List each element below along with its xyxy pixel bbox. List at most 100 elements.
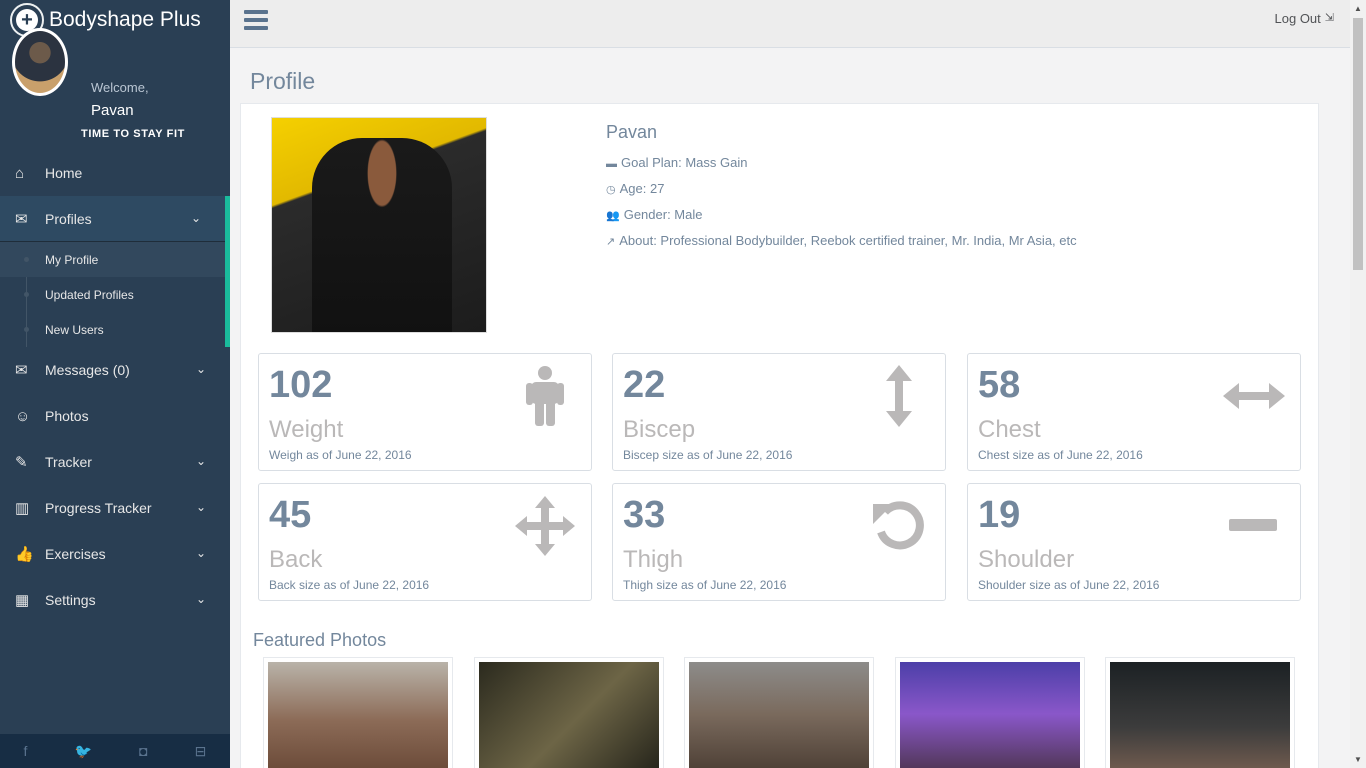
bar-chart-icon: ▥ bbox=[15, 500, 30, 517]
goal-plan: Goal Plan: Mass Gain bbox=[621, 155, 748, 170]
welcome-text: Welcome, bbox=[91, 80, 149, 95]
arrows-all-icon bbox=[513, 494, 577, 558]
stat-value: 19 bbox=[978, 494, 1021, 536]
featured-photo[interactable] bbox=[895, 657, 1085, 768]
stat-label: Shoulder bbox=[978, 546, 1075, 573]
about: About: Professional Bodybuilder, Reebok … bbox=[619, 233, 1077, 248]
app-title: Bodyshape Plus bbox=[49, 8, 201, 31]
chevron-down-icon: ⌄ bbox=[190, 211, 201, 225]
sidebar: + Bodyshape Plus Welcome, Pavan TIME TO … bbox=[0, 0, 230, 768]
stat-tile-chest: 58 Chest Chest size as of June 22, 2016 bbox=[967, 353, 1301, 471]
scroll-down-icon[interactable]: ▼ bbox=[1354, 755, 1362, 764]
stat-label: Back bbox=[269, 546, 323, 573]
facebook-icon[interactable]: f bbox=[24, 743, 28, 759]
avatar[interactable] bbox=[12, 28, 68, 96]
nav-home[interactable]: ⌂ Home bbox=[0, 150, 230, 196]
person-icon bbox=[513, 364, 577, 428]
chevron-down-icon: ⌄ bbox=[195, 592, 206, 606]
undo-icon bbox=[867, 494, 931, 558]
stat-caption: Chest size as of June 22, 2016 bbox=[978, 448, 1143, 462]
stat-caption: Weigh as of June 22, 2016 bbox=[269, 448, 412, 462]
subnav-new-users[interactable]: New Users bbox=[0, 312, 225, 347]
featured-photo[interactable] bbox=[474, 657, 664, 768]
home-icon: ⌂ bbox=[15, 164, 25, 182]
inbox-icon[interactable]: ⊟ bbox=[195, 743, 207, 760]
profiles-submenu: My Profile Updated Profiles New Users bbox=[0, 242, 230, 347]
age: Age: 27 bbox=[619, 181, 665, 196]
featured-photos-title: Featured Photos bbox=[253, 630, 387, 650]
stat-value: 102 bbox=[269, 364, 333, 406]
nav-messages[interactable]: ✉ Messages (0) ⌄ bbox=[0, 347, 230, 393]
nav-label: Home bbox=[45, 165, 83, 181]
nav-label: Exercises bbox=[45, 546, 106, 562]
profile-info: Pavan ▬ Goal Plan: Mass Gain ◷ Age: 27 👥 Ge… bbox=[606, 122, 1077, 259]
nav-profiles[interactable]: ✉ Profiles ⌄ bbox=[0, 196, 230, 242]
scroll-thumb[interactable] bbox=[1353, 18, 1363, 270]
about-row: ↗ About: Professional Bodybuilder, Reebok… bbox=[606, 233, 1077, 248]
featured-photo[interactable] bbox=[684, 657, 874, 768]
minus-icon bbox=[1222, 494, 1286, 558]
stat-value: 33 bbox=[623, 494, 666, 536]
tagline: TIME TO STAY FIT bbox=[81, 128, 185, 140]
nav-label: Profiles bbox=[45, 211, 92, 227]
featured-photo[interactable] bbox=[1105, 657, 1295, 768]
nav-settings[interactable]: ▦ Settings ⌄ bbox=[0, 577, 230, 623]
stat-tile-shoulder: 19 Shoulder Shoulder size as of June 22,… bbox=[967, 483, 1301, 601]
stat-tile-thigh: 33 Thigh Thigh size as of June 22, 2016 bbox=[612, 483, 946, 601]
external-link-icon: ↗ bbox=[606, 236, 616, 248]
profile-photo[interactable] bbox=[271, 117, 487, 333]
nav-label: Photos bbox=[45, 408, 89, 424]
stat-label: Biscep bbox=[623, 416, 696, 443]
main-content: Profile Pavan ▬ Goal Plan: Mass Gain ◷ Age… bbox=[230, 48, 1350, 768]
chevron-down-icon: ⌄ bbox=[195, 500, 206, 514]
stat-value: 22 bbox=[623, 364, 666, 406]
social-footer: f 🐦 ◘ ⊟ bbox=[0, 734, 230, 768]
nav-label: Tracker bbox=[45, 454, 92, 470]
arrows-vertical-icon bbox=[867, 364, 931, 428]
stat-value: 45 bbox=[269, 494, 312, 536]
users-icon: 👥 bbox=[606, 210, 620, 222]
stat-tile-back: 45 Back Back size as of June 22, 2016 bbox=[258, 483, 592, 601]
stat-label: Chest bbox=[978, 416, 1041, 443]
subnav-updated-profiles[interactable]: Updated Profiles bbox=[0, 277, 225, 312]
stat-label: Thigh bbox=[623, 546, 684, 573]
scroll-up-icon[interactable]: ▲ bbox=[1354, 4, 1362, 13]
arrows-horizontal-icon bbox=[1222, 364, 1286, 428]
profile-panel: Pavan ▬ Goal Plan: Mass Gain ◷ Age: 27 👥 Ge… bbox=[240, 103, 1319, 768]
twitter-icon[interactable]: 🐦 bbox=[75, 743, 92, 760]
instagram-icon[interactable]: ◘ bbox=[139, 743, 147, 759]
nav-progress-tracker[interactable]: ▥ Progress Tracker ⌄ bbox=[0, 485, 230, 531]
side-nav: ⌂ Home ✉ Profiles ⌄ My Profile Updated P… bbox=[0, 150, 230, 623]
stat-caption: Biscep size as of June 22, 2016 bbox=[623, 448, 793, 462]
stat-caption: Back size as of June 22, 2016 bbox=[269, 578, 430, 592]
stat-tile-weight: 102 Weight Weigh as of June 22, 2016 bbox=[258, 353, 592, 471]
chevron-down-icon: ⌄ bbox=[195, 546, 206, 560]
edit-icon: ✎ bbox=[15, 454, 28, 471]
gender-row: 👥 Gender: Male bbox=[606, 207, 1077, 222]
stat-label: Weight bbox=[269, 416, 344, 443]
nav-label: Messages (0) bbox=[45, 362, 130, 378]
sign-out-icon: ⇲ bbox=[1324, 12, 1334, 24]
clock-icon: ◷ bbox=[606, 184, 616, 196]
stat-tile-biscep: 22 Biscep Biscep size as of June 22, 201… bbox=[612, 353, 946, 471]
page-scrollbar[interactable]: ▲ ▼ bbox=[1350, 0, 1366, 768]
nav-tracker[interactable]: ✎ Tracker ⌄ bbox=[0, 439, 230, 485]
menu-toggle-icon[interactable] bbox=[244, 10, 268, 34]
age-row: ◷ Age: 27 bbox=[606, 181, 1077, 196]
chevron-down-icon: ⌄ bbox=[195, 362, 206, 376]
top-nav: Log Out ⇲ bbox=[230, 0, 1350, 48]
logout-label: Log Out bbox=[1274, 11, 1321, 26]
stat-caption: Thigh size as of June 22, 2016 bbox=[623, 578, 787, 592]
smile-icon: ☺ bbox=[15, 407, 31, 425]
envelope-icon: ✉ bbox=[15, 362, 28, 379]
logout-link[interactable]: Log Out ⇲ bbox=[1275, 11, 1334, 26]
gender: Gender: Male bbox=[623, 207, 703, 222]
nav-exercises[interactable]: 👍 Exercises ⌄ bbox=[0, 531, 230, 577]
featured-photo[interactable] bbox=[263, 657, 453, 768]
subnav-my-profile[interactable]: My Profile bbox=[0, 242, 225, 277]
briefcase-icon: ▬ bbox=[606, 158, 617, 170]
nav-photos[interactable]: ☺ Photos bbox=[0, 393, 230, 439]
table-icon: ▦ bbox=[15, 592, 30, 609]
chevron-down-icon: ⌄ bbox=[195, 454, 206, 468]
envelope-icon: ✉ bbox=[15, 211, 28, 228]
